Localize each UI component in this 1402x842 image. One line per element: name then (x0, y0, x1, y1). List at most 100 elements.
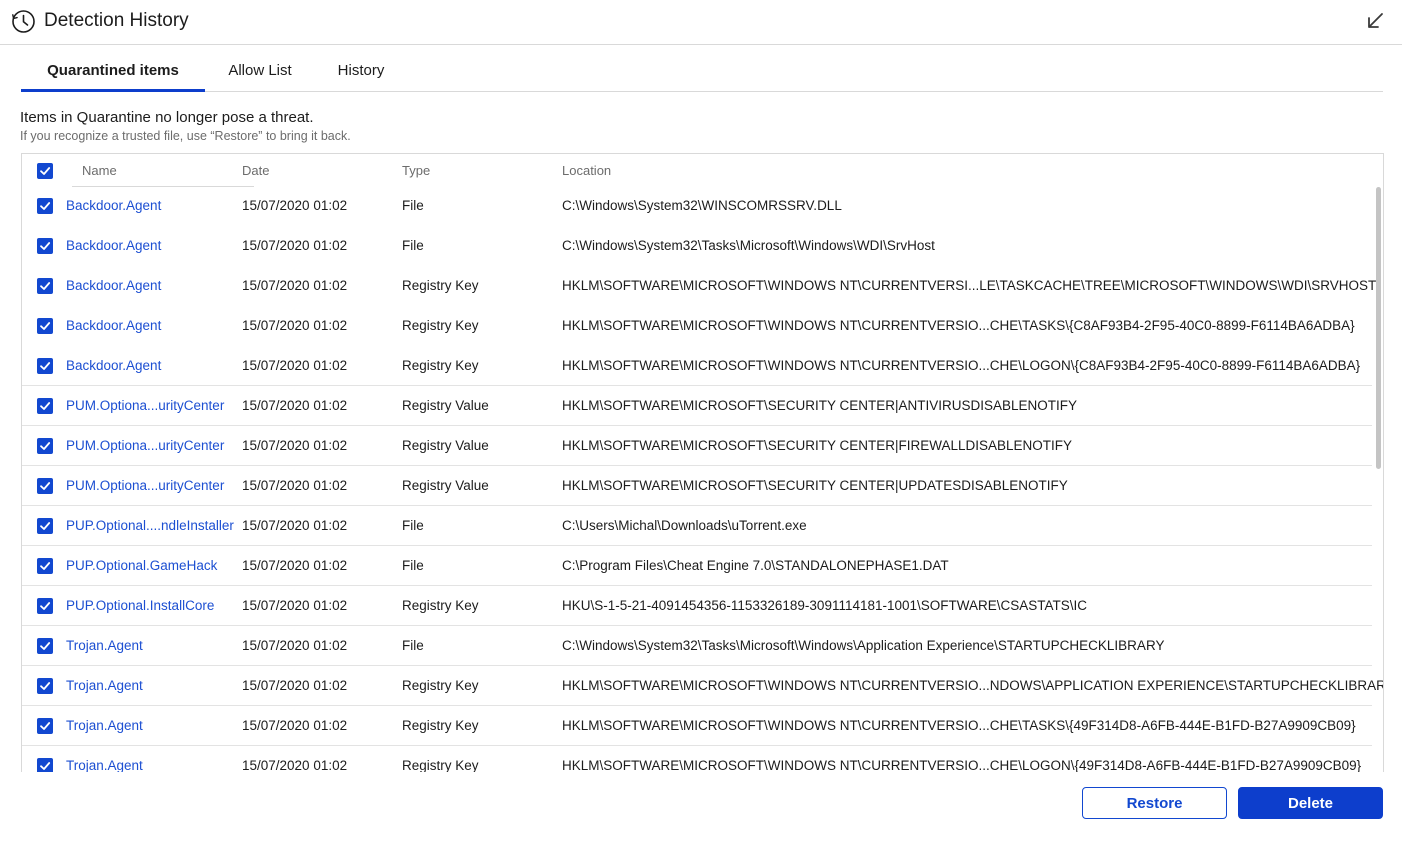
row-checkbox[interactable] (37, 638, 53, 654)
row-checkbox[interactable] (37, 198, 53, 214)
detection-location: HKLM\SOFTWARE\MICROSOFT\WINDOWS NT\CURRE… (562, 758, 1362, 772)
detection-date: 15/07/2020 01:02 (242, 518, 348, 533)
row-checkbox[interactable] (37, 718, 53, 734)
threat-name-link[interactable]: Backdoor.Agent (66, 358, 161, 373)
detection-location: C:\Program Files\Cheat Engine 7.0\STANDA… (562, 558, 949, 573)
restore-button[interactable]: Restore (1082, 787, 1227, 819)
threat-name-link[interactable]: Trojan.Agent (66, 678, 143, 693)
detection-location: C:\Windows\System32\WINSCOMRSSRV.DLL (562, 198, 842, 213)
table-row[interactable]: Trojan.Agent 15/07/2020 01:02 Registry Key… (22, 706, 1372, 746)
table-row[interactable]: PUM.Optiona...urityCenter 15/07/2020 01:0… (22, 466, 1372, 506)
row-checkbox[interactable] (37, 558, 53, 574)
detection-location: HKU\S-1-5-21-4091454356-1153326189-30911… (562, 598, 1088, 613)
threat-name-link[interactable]: PUP.Optional....ndleInstaller (66, 518, 234, 533)
row-checkbox[interactable] (37, 278, 53, 294)
checkmark-icon (40, 442, 51, 450)
table-row[interactable]: PUM.Optiona...urityCenter 15/07/2020 01:0… (22, 386, 1372, 426)
checkmark-icon (40, 682, 51, 690)
row-checkbox[interactable] (37, 318, 53, 334)
tab-bar: Quarantined items Allow List History (21, 55, 1383, 92)
detection-type: File (402, 638, 424, 653)
detection-location: HKLM\SOFTWARE\MICROSOFT\SECURITY CENTER|… (562, 478, 1068, 493)
table-row[interactable]: Backdoor.Agent 15/07/2020 01:02 Registry K… (22, 306, 1372, 346)
table-row[interactable]: Backdoor.Agent 15/07/2020 01:02 File C:\Win… (22, 226, 1372, 266)
tab-allow-list[interactable]: Allow List (213, 55, 307, 91)
quarantine-table: Name Date Type Location Backdoor.Agent 15… (21, 153, 1384, 772)
detection-type: File (402, 518, 424, 533)
page-title: Detection History (44, 10, 189, 31)
detection-type: File (402, 198, 424, 213)
detection-type: Registry Value (402, 438, 489, 453)
threat-name-link[interactable]: PUM.Optiona...urityCenter (66, 398, 224, 413)
threat-name-link[interactable]: Trojan.Agent (66, 638, 143, 653)
column-header-name[interactable]: Name (82, 163, 117, 178)
checkmark-icon (40, 722, 51, 730)
detection-location: C:\Users\Michal\Downloads\uTorrent.exe (562, 518, 807, 533)
checkmark-icon (40, 602, 51, 610)
detection-location: C:\Windows\System32\Tasks\Microsoft\Wind… (562, 638, 1165, 653)
threat-name-link[interactable]: PUP.Optional.InstallCore (66, 598, 214, 613)
threat-name-link[interactable]: Trojan.Agent (66, 718, 143, 733)
column-header-location[interactable]: Location (562, 163, 611, 178)
detection-location: HKLM\SOFTWARE\MICROSOFT\WINDOWS NT\CURRE… (562, 318, 1355, 333)
detection-date: 15/07/2020 01:02 (242, 278, 348, 293)
table-row[interactable]: PUP.Optional.InstallCore 15/07/2020 01:02… (22, 586, 1372, 626)
checkmark-icon (40, 202, 51, 210)
row-checkbox[interactable] (37, 398, 53, 414)
table-row[interactable]: PUP.Optional.GameHack 15/07/2020 01:02 Fil… (22, 546, 1372, 586)
column-header-type[interactable]: Type (402, 163, 430, 178)
column-header-date[interactable]: Date (242, 163, 269, 178)
detection-date: 15/07/2020 01:02 (242, 718, 348, 733)
checkmark-icon (40, 642, 51, 650)
checkmark-icon (40, 322, 51, 330)
checkmark-icon (40, 402, 51, 410)
detection-location: HKLM\SOFTWARE\MICROSOFT\WINDOWS NT\CURRE… (562, 718, 1356, 733)
row-checkbox[interactable] (37, 238, 53, 254)
arrow-down-left-icon[interactable] (1364, 10, 1386, 32)
table-row[interactable]: Backdoor.Agent 15/07/2020 01:02 Registry K… (22, 346, 1372, 386)
threat-name-link[interactable]: Backdoor.Agent (66, 198, 161, 213)
detection-type: Registry Value (402, 398, 489, 413)
row-checkbox[interactable] (37, 598, 53, 614)
table-row[interactable]: Backdoor.Agent 15/07/2020 01:02 Registry K… (22, 266, 1376, 306)
checkmark-icon (40, 762, 51, 770)
tab-quarantined-items[interactable]: Quarantined items (21, 55, 205, 92)
threat-name-link[interactable]: Backdoor.Agent (66, 238, 161, 253)
checkmark-icon (40, 522, 51, 530)
table-row[interactable]: PUM.Optiona...urityCenter 15/07/2020 01:0… (22, 426, 1372, 466)
detection-date: 15/07/2020 01:02 (242, 758, 348, 772)
table-row[interactable]: PUP.Optional....ndleInstaller 15/07/2020 … (22, 506, 1372, 546)
detection-date: 15/07/2020 01:02 (242, 678, 348, 693)
quarantine-hint-text: If you recognize a trusted file, use “Re… (20, 129, 351, 143)
row-checkbox[interactable] (37, 678, 53, 694)
threat-name-link[interactable]: Trojan.Agent (66, 758, 143, 772)
row-checkbox[interactable] (37, 518, 53, 534)
row-checkbox[interactable] (37, 758, 53, 772)
detection-type: Registry Value (402, 478, 489, 493)
threat-name-link[interactable]: PUM.Optiona...urityCenter (66, 478, 224, 493)
detection-type: Registry Key (402, 318, 479, 333)
table-row[interactable]: Trojan.Agent 15/07/2020 01:02 Registry Key… (22, 666, 1383, 706)
detection-date: 15/07/2020 01:02 (242, 398, 348, 413)
detection-location: HKLM\SOFTWARE\MICROSOFT\SECURITY CENTER|… (562, 438, 1073, 453)
row-checkbox[interactable] (37, 438, 53, 454)
row-checkbox[interactable] (37, 358, 53, 374)
table-scrollbar[interactable] (1374, 187, 1383, 772)
detection-date: 15/07/2020 01:02 (242, 478, 348, 493)
table-row[interactable]: Trojan.Agent 15/07/2020 01:02 File C:\Windo… (22, 626, 1372, 666)
scrollbar-thumb[interactable] (1376, 187, 1381, 469)
threat-name-link[interactable]: PUM.Optiona...urityCenter (66, 438, 224, 453)
delete-button[interactable]: Delete (1238, 787, 1383, 819)
detection-type: Registry Key (402, 758, 479, 772)
tab-history[interactable]: History (321, 55, 401, 91)
row-checkbox[interactable] (37, 478, 53, 494)
detection-date: 15/07/2020 01:02 (242, 558, 348, 573)
threat-name-link[interactable]: PUP.Optional.GameHack (66, 558, 217, 573)
threat-name-link[interactable]: Backdoor.Agent (66, 278, 161, 293)
clock-icon (12, 10, 35, 33)
table-row[interactable]: Trojan.Agent 15/07/2020 01:02 Registry Key… (22, 746, 1372, 772)
table-row[interactable]: Backdoor.Agent 15/07/2020 01:02 File C:\Win… (22, 186, 1372, 226)
select-all-checkbox[interactable] (37, 163, 53, 179)
detection-date: 15/07/2020 01:02 (242, 438, 348, 453)
threat-name-link[interactable]: Backdoor.Agent (66, 318, 161, 333)
